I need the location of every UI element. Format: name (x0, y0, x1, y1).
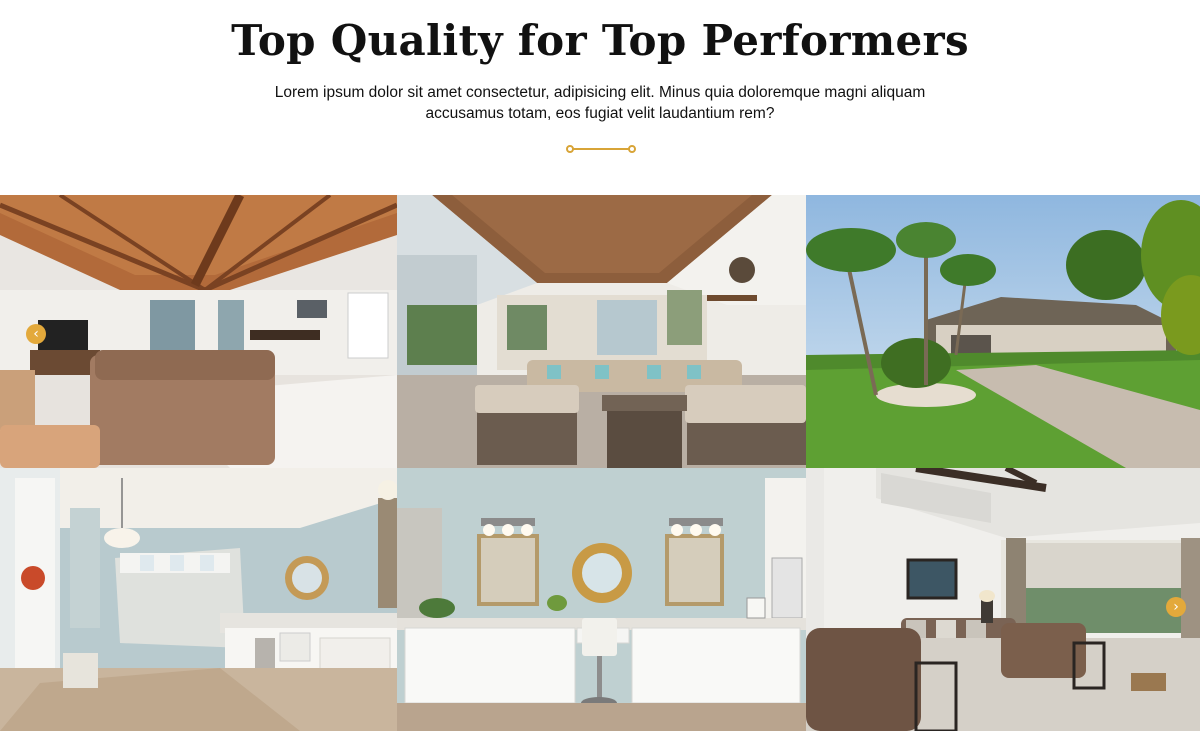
divider-line (572, 148, 630, 150)
living-room-image (0, 195, 397, 468)
section-title: Top Quality for Top Performers (231, 16, 969, 65)
section-header: Top Quality for Top Performers Lorem ips… (0, 0, 1200, 195)
gallery-photo-living-room[interactable] (0, 195, 397, 468)
bedroom-image (806, 468, 1200, 731)
gallery-photo-master-bathroom[interactable] (0, 468, 397, 731)
exterior-image (806, 195, 1200, 468)
gallery-photo-bedroom[interactable] (806, 468, 1200, 731)
section-subtitle: Lorem ipsum dolor sit amet consectetur, … (274, 84, 926, 122)
divider-dot-right (628, 145, 636, 153)
gallery-photo-patio[interactable] (397, 195, 806, 468)
master-bathroom-image (0, 468, 397, 731)
carousel-prev-arrow-icon[interactable]: ‹ (26, 324, 46, 344)
patio-image (397, 195, 806, 468)
gallery-photo-vanity[interactable] (397, 468, 806, 731)
photo-gallery-carousel: ‹ › (0, 195, 1200, 731)
gallery-photo-exterior[interactable] (806, 195, 1200, 468)
vanity-image (397, 468, 806, 731)
divider-dot-left (566, 145, 574, 153)
decorative-divider (566, 144, 636, 154)
carousel-next-arrow-icon[interactable]: › (1166, 597, 1186, 617)
